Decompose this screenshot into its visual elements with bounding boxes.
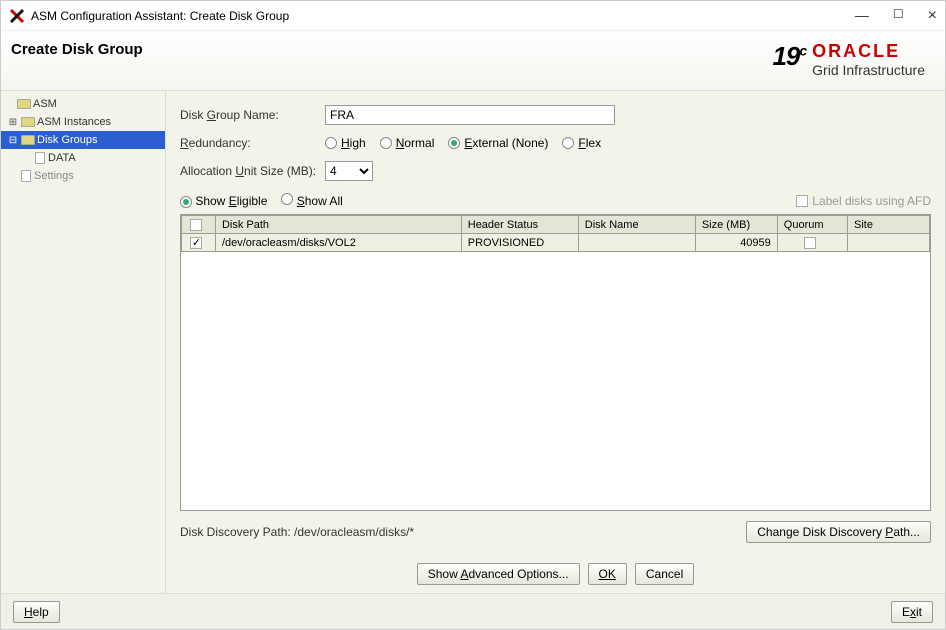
radio-icon	[180, 196, 192, 208]
cell-disk-name	[578, 234, 695, 252]
footer: Help Exit	[1, 593, 945, 629]
page-title: Create Disk Group	[11, 41, 772, 58]
cell-disk-path: /dev/oracleasm/disks/VOL2	[215, 234, 461, 252]
checkbox-icon	[796, 195, 808, 207]
aus-select[interactable]: 4	[325, 161, 373, 181]
folder-icon	[21, 135, 35, 145]
disks-table: Disk Path Header Status Disk Name Size (…	[181, 215, 930, 252]
col-disk-name[interactable]: Disk Name	[578, 216, 695, 234]
exit-button[interactable]: Exit	[891, 601, 933, 623]
table-header-row: Disk Path Header Status Disk Name Size (…	[182, 216, 930, 234]
cancel-button[interactable]: Cancel	[635, 563, 694, 585]
col-size-mb[interactable]: Size (MB)	[695, 216, 777, 234]
titlebar: ASM Configuration Assistant: Create Disk…	[1, 1, 945, 31]
col-select[interactable]	[182, 216, 216, 234]
tree-item-data[interactable]: DATA	[1, 149, 165, 167]
page-icon	[35, 152, 45, 164]
radio-icon	[380, 137, 392, 149]
window-title: ASM Configuration Assistant: Create Disk…	[31, 9, 855, 23]
page-icon	[21, 170, 31, 182]
radio-icon	[448, 137, 460, 149]
cell-site	[848, 234, 930, 252]
version-number: 19	[772, 41, 799, 71]
main-panel: Disk Group Name: Redundancy: High Normal…	[166, 91, 945, 593]
show-all-radio[interactable]: Show All	[281, 193, 342, 208]
redundancy-normal[interactable]: Normal	[380, 136, 435, 150]
maximize-button[interactable]: ☐	[893, 7, 904, 25]
folder-icon	[21, 117, 35, 127]
label-afd-text: Label disks using AFD	[812, 194, 931, 208]
help-button[interactable]: Help	[13, 601, 60, 623]
aus-label: Allocation Unit Size (MB):	[180, 164, 325, 178]
app-x-icon	[9, 8, 25, 24]
tree-label: Disk Groups	[37, 134, 98, 146]
tree-item-disk-groups[interactable]: ⊟ Disk Groups	[1, 131, 165, 149]
col-disk-path[interactable]: Disk Path	[215, 216, 461, 234]
tree-label: DATA	[48, 152, 76, 164]
tree-item-asm-instances[interactable]: ⊞ ASM Instances	[1, 113, 165, 131]
label-afd-checkbox: Label disks using AFD	[796, 194, 931, 208]
change-discovery-path-button[interactable]: Change Disk Discovery Path...	[746, 521, 931, 543]
checkbox-icon	[190, 219, 202, 231]
table-row[interactable]: /dev/oracleasm/disks/VOL2 PROVISIONED 40…	[182, 234, 930, 252]
oracle-subtitle: Grid Infrastructure	[812, 62, 925, 78]
radio-icon	[562, 137, 574, 149]
redundancy-group: High Normal External (None) Flex	[325, 136, 601, 150]
header: Create Disk Group 19c ORACLE Grid Infras…	[1, 31, 945, 91]
version-sup: c	[799, 42, 806, 58]
row-checkbox[interactable]	[190, 237, 202, 249]
redundancy-flex[interactable]: Flex	[562, 136, 601, 150]
cell-header-status: PROVISIONED	[461, 234, 578, 252]
oracle-logo-text: ORACLE	[812, 41, 925, 62]
minimize-button[interactable]: —	[855, 7, 869, 25]
radio-icon	[281, 193, 293, 205]
col-header-status[interactable]: Header Status	[461, 216, 578, 234]
discovery-path-text: Disk Discovery Path: /dev/oracleasm/disk…	[180, 525, 414, 539]
redundancy-high[interactable]: High	[325, 136, 366, 150]
ok-button[interactable]: OK	[588, 563, 627, 585]
tree-item-settings[interactable]: Settings	[1, 167, 165, 185]
disk-group-name-label: Disk Group Name:	[180, 108, 325, 122]
window: ASM Configuration Assistant: Create Disk…	[0, 0, 946, 630]
tree-root-asm[interactable]: ASM	[1, 95, 165, 113]
disks-table-panel: Disk Path Header Status Disk Name Size (…	[180, 214, 931, 511]
quorum-checkbox[interactable]	[804, 237, 816, 249]
tree-root-label: ASM	[33, 98, 57, 110]
cell-size-mb: 40959	[695, 234, 777, 252]
radio-icon	[325, 137, 337, 149]
show-advanced-button[interactable]: Show Advanced Options...	[417, 563, 580, 585]
disk-group-name-input[interactable]	[325, 105, 615, 125]
oracle-brand: 19c ORACLE Grid Infrastructure	[772, 41, 925, 78]
sidebar: ASM ⊞ ASM Instances ⊟ Disk Groups DATA S…	[1, 91, 166, 593]
close-button[interactable]: ×	[928, 7, 937, 25]
col-site[interactable]: Site	[848, 216, 930, 234]
tree-label: ASM Instances	[37, 116, 111, 128]
expand-icon[interactable]: ⊞	[5, 117, 21, 128]
tree-label: Settings	[34, 170, 74, 182]
redundancy-label: Redundancy:	[180, 136, 325, 150]
show-eligible-radio[interactable]: Show Eligible	[180, 194, 267, 208]
collapse-icon[interactable]: ⊟	[5, 135, 21, 146]
col-quorum[interactable]: Quorum	[777, 216, 847, 234]
body: ASM ⊞ ASM Instances ⊟ Disk Groups DATA S…	[1, 91, 945, 593]
redundancy-external[interactable]: External (None)	[448, 136, 548, 150]
folder-icon	[17, 99, 31, 109]
